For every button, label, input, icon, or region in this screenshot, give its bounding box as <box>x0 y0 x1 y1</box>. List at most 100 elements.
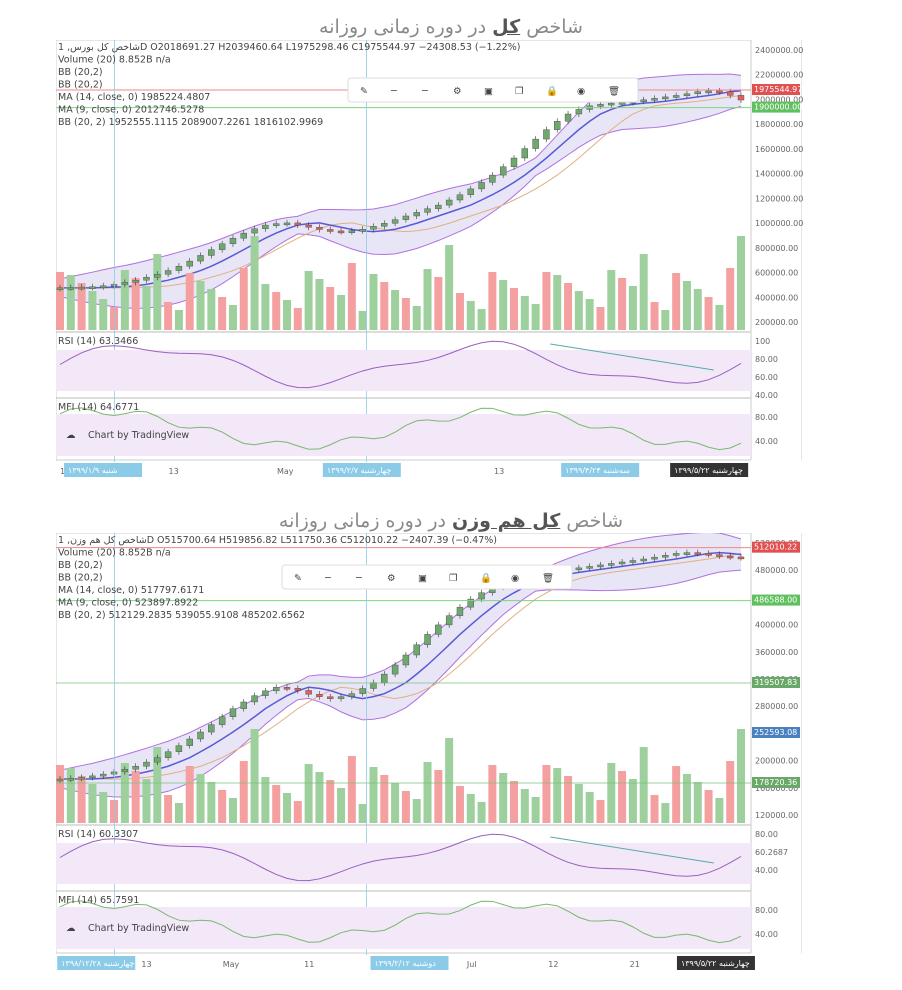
volume-bar <box>250 729 259 823</box>
rsi-tick: 40.00 <box>755 391 778 400</box>
volume-bar <box>174 310 183 330</box>
candle <box>208 249 215 256</box>
volume-bar <box>164 302 173 330</box>
legend-line: BB (20, 2) 1952555.1115 2089007.2261 181… <box>58 117 323 128</box>
candle <box>110 284 118 287</box>
candle <box>478 592 485 600</box>
mfi-legend: MFI (14) 65.7591 <box>58 895 139 906</box>
volume-bar <box>369 767 378 823</box>
tradingview-logo-icon: ☁ <box>66 923 76 934</box>
candle <box>391 219 399 224</box>
volume-bar <box>520 296 529 330</box>
support-price-label: 1900000.00 <box>754 103 802 112</box>
rsi-tick: 80.00 <box>755 355 778 364</box>
volume-bar <box>218 790 227 823</box>
candle <box>629 560 637 563</box>
candle <box>100 285 107 289</box>
volume-bar <box>618 771 627 823</box>
candle <box>575 109 583 115</box>
volume-bar <box>423 269 432 330</box>
volume-bar <box>293 308 302 330</box>
candle <box>435 204 442 209</box>
date-tag-label: چهارشنبه ۱۳۹۹/۵/۲۲ <box>681 959 750 968</box>
date-tag-label: چهارشنبه ۱۳۹۹/۵/۲۲ <box>674 466 743 475</box>
volume-bar <box>239 761 248 823</box>
date-tag-label: سه‌شنبه ۱۳۹۹/۴/۲۴ <box>565 466 630 475</box>
date-tag-label: شنبه ۱۳۹۹/۱/۹ <box>68 466 118 475</box>
volume-bar <box>455 786 464 823</box>
candle <box>672 95 680 98</box>
mfi-tick: 40.00 <box>755 930 778 939</box>
volume-bar <box>196 281 205 330</box>
rsi-tick: 80.00 <box>755 830 778 839</box>
legend-line: Volume (20) 8.852B n/a <box>58 55 171 66</box>
price-tick: 200000.00 <box>755 318 798 327</box>
volume-bar <box>131 771 140 823</box>
volume-bar <box>542 765 551 823</box>
toolbar-icon: ─ <box>324 573 331 584</box>
volume-bar <box>401 298 410 330</box>
volume-bar <box>261 284 270 330</box>
candle <box>608 102 615 106</box>
volume-bar <box>542 272 551 330</box>
toolbar-icon: 🗑 <box>608 85 620 97</box>
candle <box>240 701 247 709</box>
candle <box>705 90 712 94</box>
candle <box>67 287 75 290</box>
volume-bar <box>574 784 583 823</box>
volume-bar <box>650 795 659 823</box>
candle <box>683 552 691 555</box>
toolbar-icon: ❐ <box>515 86 524 97</box>
mfi-tick: 80.00 <box>755 906 778 915</box>
volume-bar <box>455 293 464 330</box>
candle <box>381 223 388 227</box>
candle <box>348 693 356 697</box>
toolbar-icon: ⚙ <box>387 573 396 584</box>
volume-bar <box>704 297 713 330</box>
volume-bar <box>380 775 389 823</box>
candle <box>726 555 734 559</box>
volume-bar <box>283 300 291 330</box>
candle <box>218 243 226 250</box>
legend-line: Volume (20) 8.852B n/a <box>58 548 171 559</box>
candle <box>413 212 420 217</box>
volume-bar <box>326 780 335 823</box>
candle <box>197 255 204 262</box>
candle <box>164 270 172 275</box>
toolbar-icon: ❐ <box>449 573 458 584</box>
price-tick: 360000.00 <box>755 648 798 657</box>
volume-bar <box>174 803 183 823</box>
candle <box>489 174 496 183</box>
candle <box>283 222 291 226</box>
volume-bar <box>142 779 151 823</box>
candle <box>251 695 258 703</box>
candle <box>478 182 485 190</box>
candle <box>413 644 420 656</box>
candle <box>229 237 237 245</box>
chart1[interactable]: 2400000.00 2200000.00 2000000.00 1800000.00… <box>56 40 808 480</box>
legend-line: MA (14, close, 0) 517797.6171 <box>58 585 204 596</box>
candle <box>316 693 323 697</box>
toolbar-icon: ─ <box>421 86 428 97</box>
candle <box>716 90 723 94</box>
volume-bar <box>120 270 129 330</box>
chart2[interactable]: 520000.00480000.00440000.00400000.003600… <box>56 533 808 973</box>
volume-bar <box>531 797 540 823</box>
volume-bar <box>596 307 605 330</box>
price-tick: 280000.00 <box>755 702 798 711</box>
price-tick: 2200000.00 <box>755 71 803 80</box>
price-tick: 1800000.00 <box>755 120 803 129</box>
candle <box>672 553 680 556</box>
candle <box>586 566 593 569</box>
rsi-tick: 60.2687 <box>755 848 788 857</box>
volume-bar <box>661 803 670 823</box>
volume-bar <box>358 804 367 823</box>
candle <box>175 265 183 271</box>
volume-bar <box>682 281 691 330</box>
candle <box>424 208 431 213</box>
x-tick: 12 <box>548 960 558 969</box>
price-tick: 480000.00 <box>755 566 798 575</box>
rsi-legend: RSI (14) 63.3466 <box>58 336 138 347</box>
price-tick: 800000.00 <box>755 244 798 253</box>
x-tick: 13 <box>169 467 179 476</box>
